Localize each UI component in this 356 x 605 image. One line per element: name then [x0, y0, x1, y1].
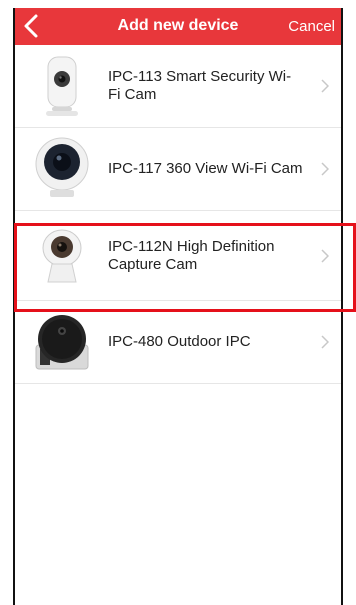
device-name: IPC-112N High Definition Capture Cam	[108, 237, 275, 273]
device-name: IPC-117 360 View Wi-Fi Cam	[108, 160, 303, 177]
device-row-ipc-117[interactable]: IPC-117 360 View Wi-Fi Cam	[15, 128, 341, 211]
ipc-112n-camera-image	[30, 222, 94, 288]
device-name: IPC-113 Smart Security Wi-Fi Cam	[108, 68, 292, 103]
navigation-bar: Add new device Cancel	[15, 8, 341, 45]
chevron-right-icon	[319, 128, 331, 210]
ipc-117-camera-image	[30, 136, 94, 202]
chevron-right-icon	[319, 45, 331, 127]
device-list: IPC-113 Smart Security Wi-Fi Cam IPC-117…	[15, 45, 341, 384]
cancel-button[interactable]: Cancel	[288, 18, 335, 35]
chevron-right-icon	[319, 301, 331, 383]
device-row-ipc-113[interactable]: IPC-113 Smart Security Wi-Fi Cam	[15, 45, 341, 128]
device-row-ipc-480[interactable]: IPC-480 Outdoor IPC	[15, 301, 341, 384]
chevron-right-icon	[319, 211, 331, 300]
ipc-480-camera-image	[30, 309, 94, 375]
ipc-113-camera-image	[30, 53, 94, 119]
device-name: IPC-480 Outdoor IPC	[108, 333, 251, 350]
phone-screen: Add new device Cancel IPC-113 Smart Secu…	[13, 8, 343, 605]
device-row-ipc-112n[interactable]: IPC-112N High Definition Capture Cam	[15, 211, 341, 301]
